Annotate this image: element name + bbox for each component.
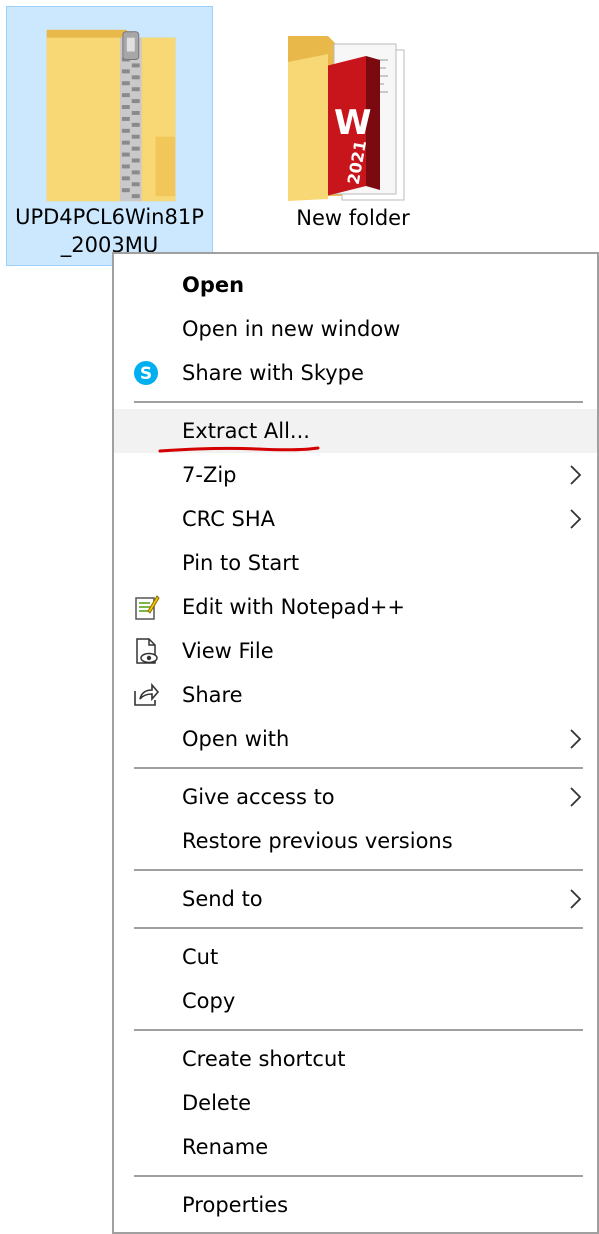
menu-label: Share xyxy=(182,683,243,707)
menu-label: Open xyxy=(182,273,245,297)
menu-label: View File xyxy=(182,639,274,663)
menu-separator xyxy=(114,761,597,775)
chevron-right-icon xyxy=(570,729,582,749)
menu-label: Pin to Start xyxy=(182,551,300,575)
menu-item-7zip[interactable]: 7-Zip xyxy=(114,453,597,497)
chevron-right-icon xyxy=(570,787,582,807)
explorer-view: UPD4PCL6Win81P_2003MU W 2021 New folder xyxy=(0,0,599,1234)
menu-label: Delete xyxy=(182,1091,251,1115)
menu-item-send-to[interactable]: Send to xyxy=(114,877,597,921)
menu-item-restore-versions[interactable]: Restore previous versions xyxy=(114,819,597,863)
menu-item-cut[interactable]: Cut xyxy=(114,935,597,979)
menu-label: Rename xyxy=(182,1135,269,1159)
chevron-right-icon xyxy=(570,889,582,909)
folder-icon: W 2021 xyxy=(288,36,405,201)
menu-separator xyxy=(114,863,597,877)
zip-folder-icon xyxy=(46,29,176,202)
menu-item-open-new-window[interactable]: Open in new window xyxy=(114,307,597,351)
context-menu: Open Open in new window S Share with Sky… xyxy=(112,252,599,1234)
menu-label: 7-Zip xyxy=(182,463,237,487)
svg-text:S: S xyxy=(140,364,152,384)
menu-label: Cut xyxy=(182,945,219,969)
skype-icon: S xyxy=(134,361,158,385)
menu-label: CRC SHA xyxy=(182,507,276,531)
menu-separator xyxy=(114,1023,597,1037)
svg-text:W: W xyxy=(334,103,372,143)
menu-item-pin-to-start[interactable]: Pin to Start xyxy=(114,541,597,585)
menu-label: Create shortcut xyxy=(182,1047,346,1071)
folder-name-label: New folder xyxy=(296,206,410,230)
menu-label: Restore previous versions xyxy=(182,829,453,853)
menu-label: Copy xyxy=(182,989,236,1013)
menu-label: Share with Skype xyxy=(182,361,364,385)
menu-separator xyxy=(114,395,597,409)
menu-item-open-with[interactable]: Open with xyxy=(114,717,597,761)
menu-separator xyxy=(114,1169,597,1183)
menu-item-create-shortcut[interactable]: Create shortcut xyxy=(114,1037,597,1081)
menu-item-edit-notepad[interactable]: Edit with Notepad++ xyxy=(114,585,597,629)
share-icon xyxy=(134,682,160,706)
menu-separator xyxy=(114,921,597,935)
chevron-right-icon xyxy=(570,465,582,485)
menu-item-give-access[interactable]: Give access to xyxy=(114,775,597,819)
menu-item-extract-all[interactable]: Extract All... xyxy=(114,409,597,453)
menu-item-crc-sha[interactable]: CRC SHA xyxy=(114,497,597,541)
view-file-icon xyxy=(136,638,158,664)
menu-label: Give access to xyxy=(182,785,335,809)
menu-item-copy[interactable]: Copy xyxy=(114,979,597,1023)
menu-item-view-file[interactable]: View File xyxy=(114,629,597,673)
menu-item-delete[interactable]: Delete xyxy=(114,1081,597,1125)
menu-item-share[interactable]: Share xyxy=(114,673,597,717)
zip-file-item[interactable]: UPD4PCL6Win81P_2003MU xyxy=(6,6,213,266)
menu-label: Open with xyxy=(182,727,290,751)
menu-item-rename[interactable]: Rename xyxy=(114,1125,597,1169)
menu-label: Edit with Notepad++ xyxy=(182,595,406,619)
menu-item-open[interactable]: Open xyxy=(114,263,597,307)
new-folder-item[interactable]: W 2021 New folder xyxy=(268,6,438,246)
notepad-plus-plus-icon xyxy=(135,595,160,620)
chevron-right-icon xyxy=(570,509,582,529)
menu-label: Properties xyxy=(182,1193,289,1217)
menu-item-share-skype[interactable]: S Share with Skype xyxy=(114,351,597,395)
menu-item-properties[interactable]: Properties xyxy=(114,1183,597,1227)
menu-label: Send to xyxy=(182,887,263,911)
menu-label: Open in new window xyxy=(182,317,401,341)
